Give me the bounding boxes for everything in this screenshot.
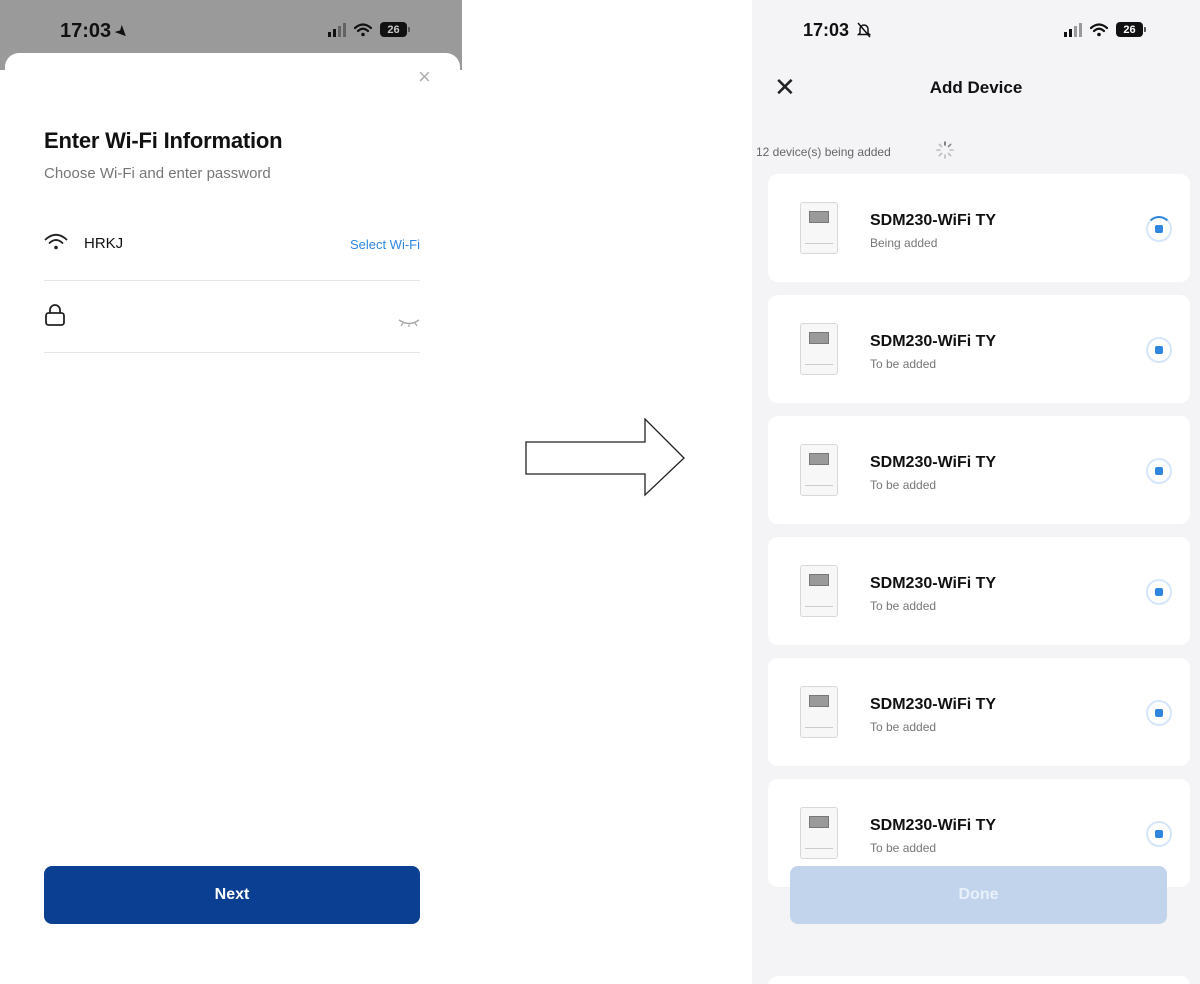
device-status: To be added <box>870 478 937 492</box>
meter-device-icon <box>800 323 838 375</box>
progress-indicator-icon <box>1146 458 1172 484</box>
status-time: 17:03➤ <box>60 20 133 44</box>
battery-icon: 26 <box>380 22 410 37</box>
page-title: Enter Wi-Fi Information <box>44 128 283 153</box>
next-button[interactable]: Next <box>44 866 420 924</box>
battery-icon: 26 <box>1116 22 1146 37</box>
devices-count-text: 12 device(s) being added <box>756 145 891 159</box>
device-name: SDM230-WiFi TY <box>870 454 997 471</box>
wifi-sheet <box>5 53 460 984</box>
progress-indicator-icon <box>1146 216 1172 242</box>
meter-device-icon <box>800 202 838 254</box>
device-name: SDM230-WiFi TY <box>870 575 997 592</box>
page-subtitle: Choose Wi-Fi and enter password <box>44 165 271 182</box>
wifi-icon <box>44 233 68 256</box>
device-name: SDM230-WiFi TY <box>870 333 997 350</box>
signal-icon <box>1064 22 1082 37</box>
device-card[interactable]: SDM230-WiFi TY To be added <box>768 658 1190 766</box>
device-card[interactable]: SDM230-WiFi TY To be added <box>768 537 1190 645</box>
device-name: SDM230-WiFi TY <box>870 212 997 229</box>
progress-indicator-icon <box>1146 337 1172 363</box>
wifi-icon <box>1090 22 1108 37</box>
add-device-screen: 17:03 26 ✕ Add Device 12 device(s) being… <box>752 0 1200 984</box>
device-status: To be added <box>870 599 937 613</box>
page-title: Add Device <box>929 78 1023 97</box>
meter-device-icon <box>800 686 838 738</box>
device-name: SDM230-WiFi TY <box>870 817 997 834</box>
right-arrow-icon <box>525 418 685 497</box>
wifi-icon <box>354 22 372 37</box>
eye-closed-icon[interactable] <box>398 315 420 333</box>
device-name: SDM230-WiFi TY <box>870 696 997 713</box>
device-card[interactable]: SDM230-WiFi TY To be added <box>768 416 1190 524</box>
close-icon[interactable]: × <box>418 66 431 88</box>
device-status: To be added <box>870 357 937 371</box>
wifi-ssid: HRKJ <box>84 235 124 252</box>
status-icons: 26 <box>328 22 410 37</box>
device-status: To be added <box>870 720 937 734</box>
signal-icon <box>328 22 346 37</box>
done-button[interactable]: Done <box>790 866 1167 924</box>
spinner-icon <box>936 141 954 159</box>
lock-icon <box>44 303 66 332</box>
device-card-partial <box>768 976 1190 984</box>
progress-indicator-icon <box>1146 579 1172 605</box>
wifi-network-row[interactable]: HRKJ Select Wi-Fi <box>44 225 420 281</box>
location-arrow-icon: ➤ <box>110 21 133 44</box>
status-time: 17:03 <box>803 20 872 43</box>
progress-indicator-icon <box>1146 700 1172 726</box>
meter-device-icon <box>800 565 838 617</box>
select-wifi-link[interactable]: Select Wi-Fi <box>350 237 420 252</box>
bell-off-icon <box>856 22 872 43</box>
device-status: Being added <box>870 236 938 250</box>
meter-device-icon <box>800 807 838 859</box>
password-field[interactable] <box>44 297 420 353</box>
device-card[interactable]: SDM230-WiFi TY Being added <box>768 174 1190 282</box>
device-status: To be added <box>870 841 937 855</box>
wifi-setup-screen: 17:03➤ 26 × Enter Wi-Fi Information Choo… <box>0 0 462 984</box>
progress-indicator-icon <box>1146 821 1172 847</box>
device-card[interactable]: SDM230-WiFi TY To be added <box>768 295 1190 403</box>
meter-device-icon <box>800 444 838 496</box>
status-icons: 26 <box>1064 22 1146 37</box>
